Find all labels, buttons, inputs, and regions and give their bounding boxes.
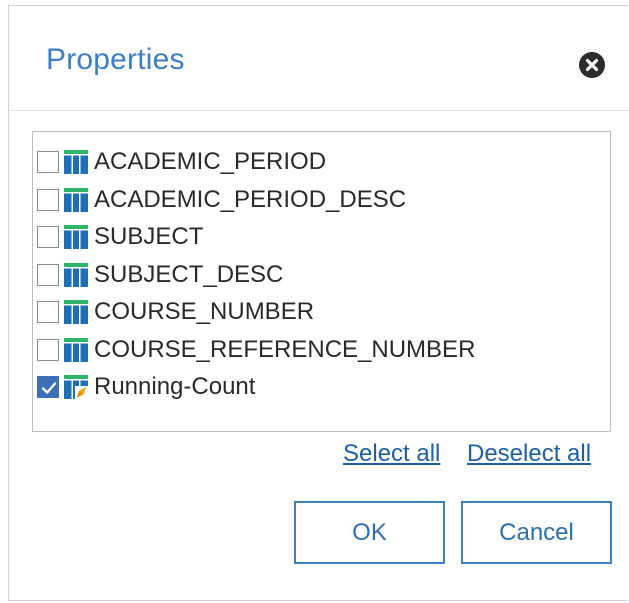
- item-label: COURSE_NUMBER: [94, 298, 315, 325]
- checkbox[interactable]: [37, 226, 59, 248]
- close-icon[interactable]: [579, 52, 605, 78]
- checkbox[interactable]: [37, 301, 59, 323]
- item-label: Running-Count: [94, 373, 256, 400]
- data-column-icon: [64, 225, 88, 249]
- ok-button[interactable]: OK: [294, 501, 445, 564]
- list-item[interactable]: Running-Count: [37, 370, 605, 404]
- dialog-header: Properties: [9, 6, 629, 111]
- checkbox[interactable]: [37, 264, 59, 286]
- item-label: SUBJECT_DESC: [94, 261, 284, 288]
- item-label: SUBJECT: [94, 223, 204, 250]
- item-label: COURSE_REFERENCE_NUMBER: [94, 336, 476, 363]
- data-column-icon: [64, 338, 88, 362]
- list-item[interactable]: SUBJECT: [37, 220, 605, 254]
- list-item[interactable]: COURSE_NUMBER: [37, 295, 605, 329]
- list-item[interactable]: COURSE_REFERENCE_NUMBER: [37, 333, 605, 367]
- cancel-button[interactable]: Cancel: [461, 501, 612, 564]
- calculated-column-icon: [64, 375, 88, 399]
- dialog-title: Properties: [46, 43, 185, 76]
- select-all-link[interactable]: Select all: [343, 440, 440, 468]
- properties-dialog: Properties ACADEMIC_PERIOD ACADEMIC_PERI…: [8, 5, 629, 601]
- checkbox[interactable]: [37, 151, 59, 173]
- checkbox[interactable]: [37, 189, 59, 211]
- checkbox-checked[interactable]: [37, 376, 59, 398]
- column-list[interactable]: ACADEMIC_PERIOD ACADEMIC_PERIOD_DESC SUB…: [32, 131, 611, 432]
- deselect-all-link[interactable]: Deselect all: [467, 440, 591, 468]
- data-column-icon: [64, 300, 88, 324]
- data-column-icon: [64, 150, 88, 174]
- data-column-icon: [64, 188, 88, 212]
- list-item[interactable]: SUBJECT_DESC: [37, 258, 605, 292]
- item-label: ACADEMIC_PERIOD: [94, 148, 327, 175]
- list-item[interactable]: ACADEMIC_PERIOD_DESC: [37, 183, 605, 217]
- list-item[interactable]: ACADEMIC_PERIOD: [37, 145, 605, 179]
- item-label: ACADEMIC_PERIOD_DESC: [94, 186, 407, 213]
- data-column-icon: [64, 263, 88, 287]
- checkbox[interactable]: [37, 339, 59, 361]
